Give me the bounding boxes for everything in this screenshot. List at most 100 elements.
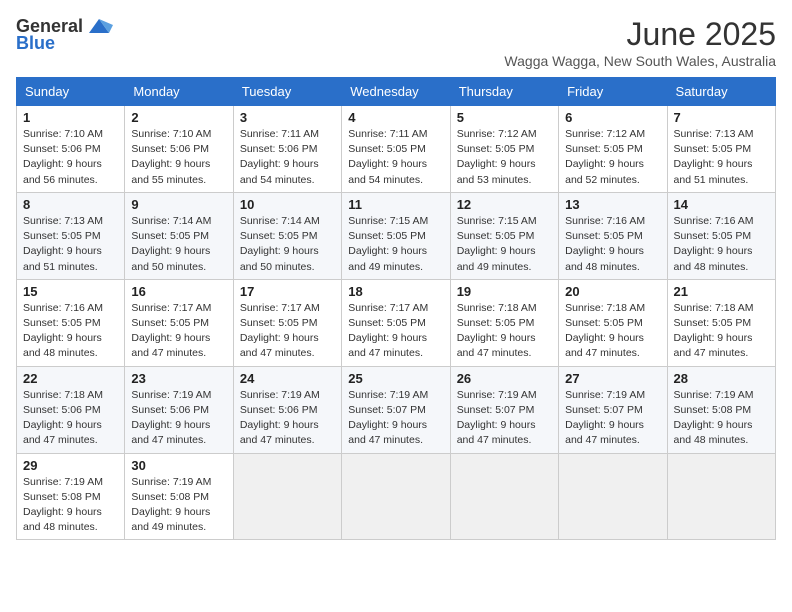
day-number: 6 [565, 110, 660, 125]
day-number: 27 [565, 371, 660, 386]
day-number: 15 [23, 284, 118, 299]
title-block: June 2025 Wagga Wagga, New South Wales, … [504, 16, 776, 69]
day-info: Sunrise: 7:10 AMSunset: 5:06 PMDaylight:… [131, 127, 226, 188]
calendar-cell [450, 453, 558, 540]
calendar-cell: 23 Sunrise: 7:19 AMSunset: 5:06 PMDayligh… [125, 366, 233, 453]
calendar-cell: 11 Sunrise: 7:15 AMSunset: 5:05 PMDayligh… [342, 192, 450, 279]
calendar-cell [233, 453, 341, 540]
day-info: Sunrise: 7:11 AMSunset: 5:05 PMDaylight:… [348, 127, 443, 188]
day-number: 12 [457, 197, 552, 212]
calendar-cell: 4Sunrise: 7:11 AMSunset: 5:05 PMDaylight… [342, 106, 450, 193]
calendar-cell: 10Sunrise: 7:14 AMSunset: 5:05 PMDayligh… [233, 192, 341, 279]
day-info: Sunrise: 7:13 AMSunset: 5:05 PMDaylight:… [674, 127, 769, 188]
calendar-cell: 13 Sunrise: 7:16 AMSunset: 5:05 PMDayligh… [559, 192, 667, 279]
day-info: Sunrise: 7:12 AMSunset: 5:05 PMDaylight:… [457, 127, 552, 188]
day-info: Sunrise: 7:17 AMSunset: 5:05 PMDaylight:… [240, 301, 335, 362]
calendar-cell: 2Sunrise: 7:10 AMSunset: 5:06 PMDaylight… [125, 106, 233, 193]
day-number: 10 [240, 197, 335, 212]
day-info: Sunrise: 7:19 AMSunset: 5:07 PMDaylight:… [457, 388, 552, 449]
col-tuesday: Tuesday [233, 78, 341, 106]
calendar-cell: 21 Sunrise: 7:18 AMSunset: 5:05 PMDayligh… [667, 279, 775, 366]
day-number: 9 [131, 197, 226, 212]
calendar-cell: 27 Sunrise: 7:19 AMSunset: 5:07 PMDayligh… [559, 366, 667, 453]
day-number: 21 [674, 284, 769, 299]
calendar-week-row: 8 Sunrise: 7:13 AMSunset: 5:05 PMDaylight… [17, 192, 776, 279]
day-number: 25 [348, 371, 443, 386]
day-info: Sunrise: 7:18 AMSunset: 5:05 PMDaylight:… [674, 301, 769, 362]
calendar-cell: 26 Sunrise: 7:19 AMSunset: 5:07 PMDayligh… [450, 366, 558, 453]
day-info: Sunrise: 7:19 AMSunset: 5:08 PMDaylight:… [23, 475, 118, 536]
calendar-table: Sunday Monday Tuesday Wednesday Thursday… [16, 77, 776, 540]
calendar-cell: 15 Sunrise: 7:16 AMSunset: 5:05 PMDayligh… [17, 279, 125, 366]
col-sunday: Sunday [17, 78, 125, 106]
day-number: 22 [23, 371, 118, 386]
day-info: Sunrise: 7:19 AMSunset: 5:08 PMDaylight:… [674, 388, 769, 449]
day-number: 29 [23, 458, 118, 473]
col-monday: Monday [125, 78, 233, 106]
day-info: Sunrise: 7:17 AMSunset: 5:05 PMDaylight:… [348, 301, 443, 362]
calendar-cell: 17 Sunrise: 7:17 AMSunset: 5:05 PMDayligh… [233, 279, 341, 366]
calendar-cell: 28Sunrise: 7:19 AMSunset: 5:08 PMDayligh… [667, 366, 775, 453]
day-number: 26 [457, 371, 552, 386]
day-number: 3 [240, 110, 335, 125]
calendar-cell: 8 Sunrise: 7:13 AMSunset: 5:05 PMDaylight… [17, 192, 125, 279]
day-number: 19 [457, 284, 552, 299]
day-number: 20 [565, 284, 660, 299]
logo-icon [85, 15, 113, 37]
calendar-cell [559, 453, 667, 540]
day-number: 18 [348, 284, 443, 299]
day-number: 23 [131, 371, 226, 386]
calendar-cell: 20 Sunrise: 7:18 AMSunset: 5:05 PMDayligh… [559, 279, 667, 366]
calendar-cell: 3 Sunrise: 7:11 AMSunset: 5:06 PMDaylight… [233, 106, 341, 193]
calendar-cell: 12Sunrise: 7:15 AMSunset: 5:05 PMDayligh… [450, 192, 558, 279]
calendar-cell: 7 Sunrise: 7:13 AMSunset: 5:05 PMDaylight… [667, 106, 775, 193]
day-number: 24 [240, 371, 335, 386]
day-info: Sunrise: 7:18 AMSunset: 5:05 PMDaylight:… [457, 301, 552, 362]
day-number: 13 [565, 197, 660, 212]
day-info: Sunrise: 7:13 AMSunset: 5:05 PMDaylight:… [23, 214, 118, 275]
col-saturday: Saturday [667, 78, 775, 106]
day-info: Sunrise: 7:19 AMSunset: 5:06 PMDaylight:… [240, 388, 335, 449]
calendar-cell [342, 453, 450, 540]
calendar-cell: 1 Sunrise: 7:10 AMSunset: 5:06 PMDaylight… [17, 106, 125, 193]
day-info: Sunrise: 7:18 AMSunset: 5:05 PMDaylight:… [565, 301, 660, 362]
day-number: 1 [23, 110, 118, 125]
day-number: 5 [457, 110, 552, 125]
day-number: 7 [674, 110, 769, 125]
day-info: Sunrise: 7:16 AMSunset: 5:05 PMDaylight:… [23, 301, 118, 362]
calendar-week-row: 15 Sunrise: 7:16 AMSunset: 5:05 PMDayligh… [17, 279, 776, 366]
col-thursday: Thursday [450, 78, 558, 106]
day-number: 16 [131, 284, 226, 299]
calendar-cell: 29 Sunrise: 7:19 AMSunset: 5:08 PMDayligh… [17, 453, 125, 540]
day-number: 30 [131, 458, 226, 473]
day-number: 14 [674, 197, 769, 212]
calendar-cell: 19 Sunrise: 7:18 AMSunset: 5:05 PMDayligh… [450, 279, 558, 366]
logo-blue: Blue [16, 33, 55, 54]
day-info: Sunrise: 7:15 AMSunset: 5:05 PMDaylight:… [348, 214, 443, 275]
day-number: 17 [240, 284, 335, 299]
calendar-header-row: Sunday Monday Tuesday Wednesday Thursday… [17, 78, 776, 106]
calendar-cell: 6 Sunrise: 7:12 AMSunset: 5:05 PMDaylight… [559, 106, 667, 193]
day-info: Sunrise: 7:11 AMSunset: 5:06 PMDaylight:… [240, 127, 335, 188]
day-info: Sunrise: 7:19 AMSunset: 5:06 PMDaylight:… [131, 388, 226, 449]
location: Wagga Wagga, New South Wales, Australia [504, 53, 776, 69]
day-number: 8 [23, 197, 118, 212]
day-info: Sunrise: 7:14 AMSunset: 5:05 PMDaylight:… [131, 214, 226, 275]
month-year: June 2025 [504, 16, 776, 53]
calendar-cell: 14 Sunrise: 7:16 AMSunset: 5:05 PMDayligh… [667, 192, 775, 279]
calendar-cell: 18 Sunrise: 7:17 AMSunset: 5:05 PMDayligh… [342, 279, 450, 366]
day-info: Sunrise: 7:19 AMSunset: 5:08 PMDaylight:… [131, 475, 226, 536]
day-info: Sunrise: 7:16 AMSunset: 5:05 PMDaylight:… [565, 214, 660, 275]
day-info: Sunrise: 7:17 AMSunset: 5:05 PMDaylight:… [131, 301, 226, 362]
day-info: Sunrise: 7:12 AMSunset: 5:05 PMDaylight:… [565, 127, 660, 188]
col-wednesday: Wednesday [342, 78, 450, 106]
day-number: 11 [348, 197, 443, 212]
day-info: Sunrise: 7:19 AMSunset: 5:07 PMDaylight:… [565, 388, 660, 449]
calendar-cell: 25Sunrise: 7:19 AMSunset: 5:07 PMDayligh… [342, 366, 450, 453]
calendar-week-row: 29 Sunrise: 7:19 AMSunset: 5:08 PMDayligh… [17, 453, 776, 540]
day-info: Sunrise: 7:18 AMSunset: 5:06 PMDaylight:… [23, 388, 118, 449]
day-info: Sunrise: 7:16 AMSunset: 5:05 PMDaylight:… [674, 214, 769, 275]
logo: General Blue [16, 16, 113, 54]
day-info: Sunrise: 7:10 AMSunset: 5:06 PMDaylight:… [23, 127, 118, 188]
calendar-cell: 22 Sunrise: 7:18 AMSunset: 5:06 PMDayligh… [17, 366, 125, 453]
